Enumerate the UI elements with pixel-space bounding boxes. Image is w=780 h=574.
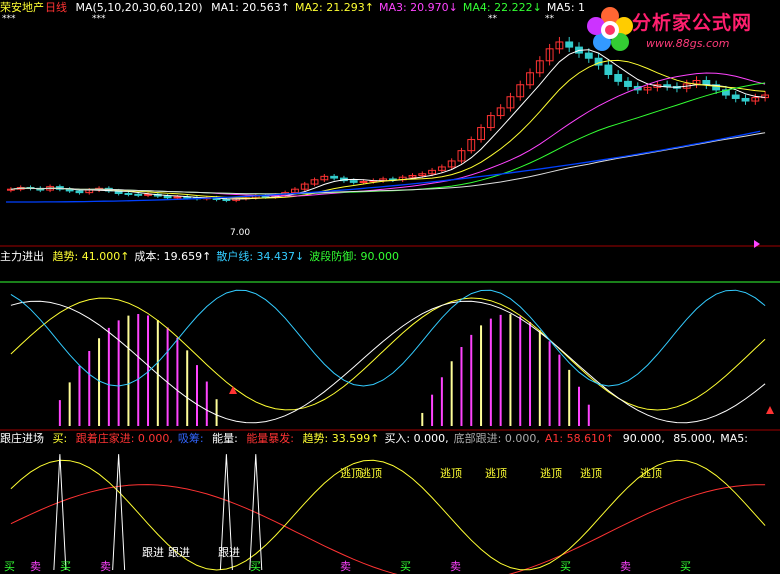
candle-body <box>222 198 231 201</box>
price-pane: 荣安地产日线 MA(5,10,20,30,60,120) MA1: 20.563… <box>0 0 780 246</box>
escape-label: 逃顶 <box>640 467 662 480</box>
signal-label: 卖 <box>620 560 631 573</box>
signal-label: 买 <box>560 560 571 573</box>
ma3-line <box>10 72 766 197</box>
ma2-line <box>10 59 766 199</box>
signal-label: 买 <box>250 560 261 573</box>
follow-label: 跟进 <box>168 546 190 559</box>
spike-line <box>53 454 67 571</box>
signal-label: 买 <box>400 560 411 573</box>
candle-body <box>565 41 574 48</box>
candle-body <box>144 193 152 196</box>
trend-line <box>10 297 766 411</box>
spike-line <box>112 454 126 571</box>
signal-label: 卖 <box>100 560 111 573</box>
escape-label: 逃顶 <box>440 467 462 480</box>
ma4-line <box>10 82 766 195</box>
indicator-pane-main-force: 主力进出 趋势: 41.000↑ 成本: 19.659↑ 散户线: 34.437↓ 波… <box>0 246 780 430</box>
candle-body <box>731 94 740 99</box>
escape-label: 逃顶 <box>340 467 362 480</box>
candle-body <box>604 64 613 75</box>
candle-body <box>624 80 632 87</box>
candle-body <box>349 180 358 183</box>
escape-label: 逃顶 <box>580 467 602 480</box>
escape-label: 逃顶 <box>540 467 562 480</box>
signal-label: 买 <box>4 560 15 573</box>
cost-line <box>10 300 766 424</box>
indicator-pane-follow: 跟庄进场 买: 跟着庄家进: 0.000, 吸筹: 能量: 能量暴发: 趋势: 3… <box>0 430 780 574</box>
pane3-chart: 逃顶逃顶 逃顶 逃顶 逃顶 逃顶 逃顶跟进 跟进 跟进买卖买卖买卖买卖买卖买 <box>4 454 766 574</box>
low-marker: 7.00 <box>230 228 251 238</box>
candle-body <box>173 196 182 199</box>
retail-line <box>10 289 766 387</box>
candle-body <box>584 52 593 59</box>
candle-body <box>702 79 711 86</box>
ma1-line <box>10 49 766 200</box>
candle-body <box>134 193 143 196</box>
candle-body <box>614 73 623 82</box>
pane2-chart <box>0 281 780 426</box>
signal-label: 买 <box>60 560 71 573</box>
signal-label: 卖 <box>450 560 461 573</box>
escape-label: 逃顶 <box>360 467 382 480</box>
ma-long-line <box>10 132 766 195</box>
candle-body <box>663 84 672 87</box>
price-chart <box>6 36 770 203</box>
signal-label: 买 <box>680 560 691 573</box>
candle-body <box>359 180 368 183</box>
candle-body <box>163 195 172 199</box>
signal-label: 卖 <box>30 560 41 573</box>
escape-label: 逃顶 <box>485 467 507 480</box>
candle-body <box>741 97 750 102</box>
follow-label: 跟进 <box>142 546 164 559</box>
candle-body <box>330 175 339 179</box>
follow-label: 跟进 <box>218 546 240 559</box>
candle-body <box>124 192 133 195</box>
signal-label: 卖 <box>340 560 351 573</box>
up-arrow-icon <box>766 406 774 414</box>
candle-body <box>75 190 84 194</box>
